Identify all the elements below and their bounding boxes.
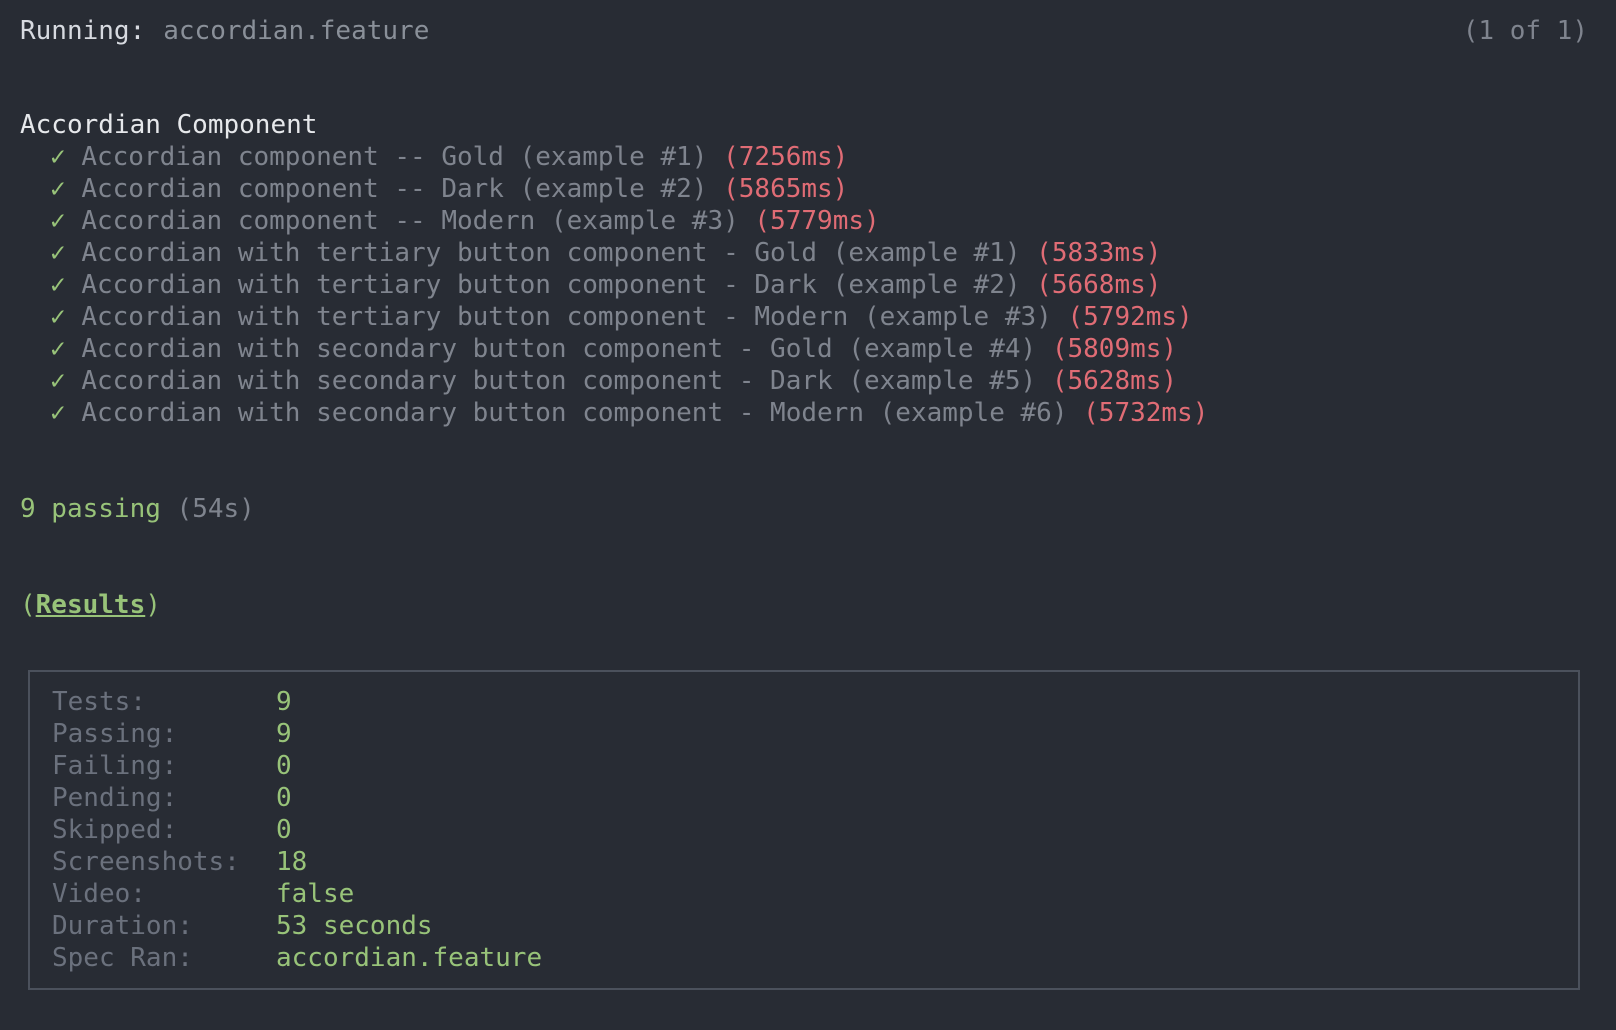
check-icon: ✓ <box>50 366 66 396</box>
running-spec: accordian.feature <box>163 16 430 46</box>
test-duration: (7256ms) <box>723 142 849 172</box>
running-label: Running: <box>20 16 146 46</box>
stat-value: 9 <box>276 719 292 749</box>
stat-row-tests: Tests: 9 <box>52 686 1556 718</box>
passing-summary: 9 passing (54s) <box>20 493 1588 525</box>
stat-row-failing: Failing: 0 <box>52 750 1556 782</box>
test-row: ✓ Accordian with tertiary button compone… <box>20 269 1588 301</box>
stat-value: 53 seconds <box>276 911 433 941</box>
check-icon: ✓ <box>50 206 66 236</box>
running-count: (1 of 1) <box>1462 16 1588 46</box>
check-icon: ✓ <box>50 174 66 204</box>
test-row: ✓ Accordian with secondary button compon… <box>20 397 1588 429</box>
test-name: Accordian component -- Dark (example #2) <box>81 174 708 204</box>
stat-row-duration: Duration: 53 seconds <box>52 910 1556 942</box>
test-duration: (5809ms) <box>1051 334 1178 364</box>
test-duration: (5779ms) <box>754 206 880 236</box>
check-icon: ✓ <box>50 270 66 300</box>
suite-title: Accordian Component <box>20 110 318 140</box>
test-duration: (5628ms) <box>1051 366 1178 396</box>
stat-label: Video: <box>52 879 146 909</box>
results-link[interactable]: Results <box>36 590 146 620</box>
stat-value: false <box>276 879 355 909</box>
test-name: Accordian with tertiary button component… <box>81 302 1052 332</box>
stat-value: 0 <box>276 815 292 845</box>
test-name: Accordian with tertiary button component… <box>81 238 1021 268</box>
test-row: ✓ Accordian component -- Dark (example #… <box>20 173 1588 205</box>
stat-row-pending: Pending: 0 <box>52 782 1556 814</box>
passing-time: (54s) <box>176 494 255 524</box>
test-row: ✓ Accordian component -- Modern (example… <box>20 205 1588 237</box>
results-table: Tests: 9 Passing: 9 Failing: 0 Pending: 0 Sk… <box>28 670 1580 990</box>
stat-label: Failing: <box>52 751 178 781</box>
stat-row-passing: Passing: 9 <box>52 718 1556 750</box>
passing-count: 9 passing <box>20 494 161 524</box>
terminal-output: Running: accordian.feature (1 of 1) Accor… <box>20 15 1588 621</box>
stat-label: Skipped: <box>52 815 178 845</box>
stat-row-screenshots: Screenshots: 18 <box>52 846 1556 878</box>
test-duration: (5792ms) <box>1067 302 1193 332</box>
check-icon: ✓ <box>50 398 66 428</box>
results-line: (Results) <box>20 589 1588 621</box>
test-duration: (5668ms) <box>1036 270 1162 300</box>
stat-value: 9 <box>276 687 292 717</box>
test-name: Accordian component -- Modern (example #… <box>81 206 739 236</box>
check-icon: ✓ <box>50 334 66 364</box>
stat-value: 18 <box>276 847 308 877</box>
stat-label: Duration: <box>52 911 193 941</box>
stat-label: Screenshots: <box>52 847 240 877</box>
test-name: Accordian with tertiary button component… <box>81 270 1021 300</box>
test-name: Accordian component -- Gold (example #1) <box>81 142 708 172</box>
test-duration: (5833ms) <box>1036 238 1162 268</box>
test-row: ✓ Accordian with secondary button compon… <box>20 333 1588 365</box>
stat-label: Pending: <box>52 783 178 813</box>
test-row: ✓ Accordian with secondary button compon… <box>20 365 1588 397</box>
test-row: ✓ Accordian with tertiary button compone… <box>20 301 1588 333</box>
check-icon: ✓ <box>50 238 66 268</box>
test-name: Accordian with secondary button componen… <box>81 334 1037 364</box>
stat-row-spec-ran: Spec Ran: accordian.feature <box>52 942 1556 974</box>
test-list: ✓ Accordian component -- Gold (example #… <box>20 141 1588 429</box>
stat-value: 0 <box>276 751 292 781</box>
stat-label: Passing: <box>52 719 178 749</box>
results-open-paren: ( <box>20 590 36 620</box>
results-close-paren: ) <box>145 590 161 620</box>
test-name: Accordian with secondary button componen… <box>81 366 1037 396</box>
stat-row-video: Video: false <box>52 878 1556 910</box>
check-icon: ✓ <box>50 142 66 172</box>
running-line: Running: accordian.feature <box>20 15 429 47</box>
check-icon: ✓ <box>50 302 66 332</box>
running-header: Running: accordian.feature (1 of 1) <box>20 15 1588 47</box>
test-duration: (5732ms) <box>1083 398 1209 428</box>
test-row: ✓ Accordian with tertiary button compone… <box>20 237 1588 269</box>
stat-row-skipped: Skipped: 0 <box>52 814 1556 846</box>
test-row: ✓ Accordian component -- Gold (example #… <box>20 141 1588 173</box>
test-name: Accordian with secondary button componen… <box>81 398 1068 428</box>
stat-label: Spec Ran: <box>52 943 193 973</box>
stat-label: Tests: <box>52 687 146 717</box>
test-duration: (5865ms) <box>723 174 849 204</box>
stat-value: 0 <box>276 783 292 813</box>
stat-value: accordian.feature <box>276 943 543 973</box>
